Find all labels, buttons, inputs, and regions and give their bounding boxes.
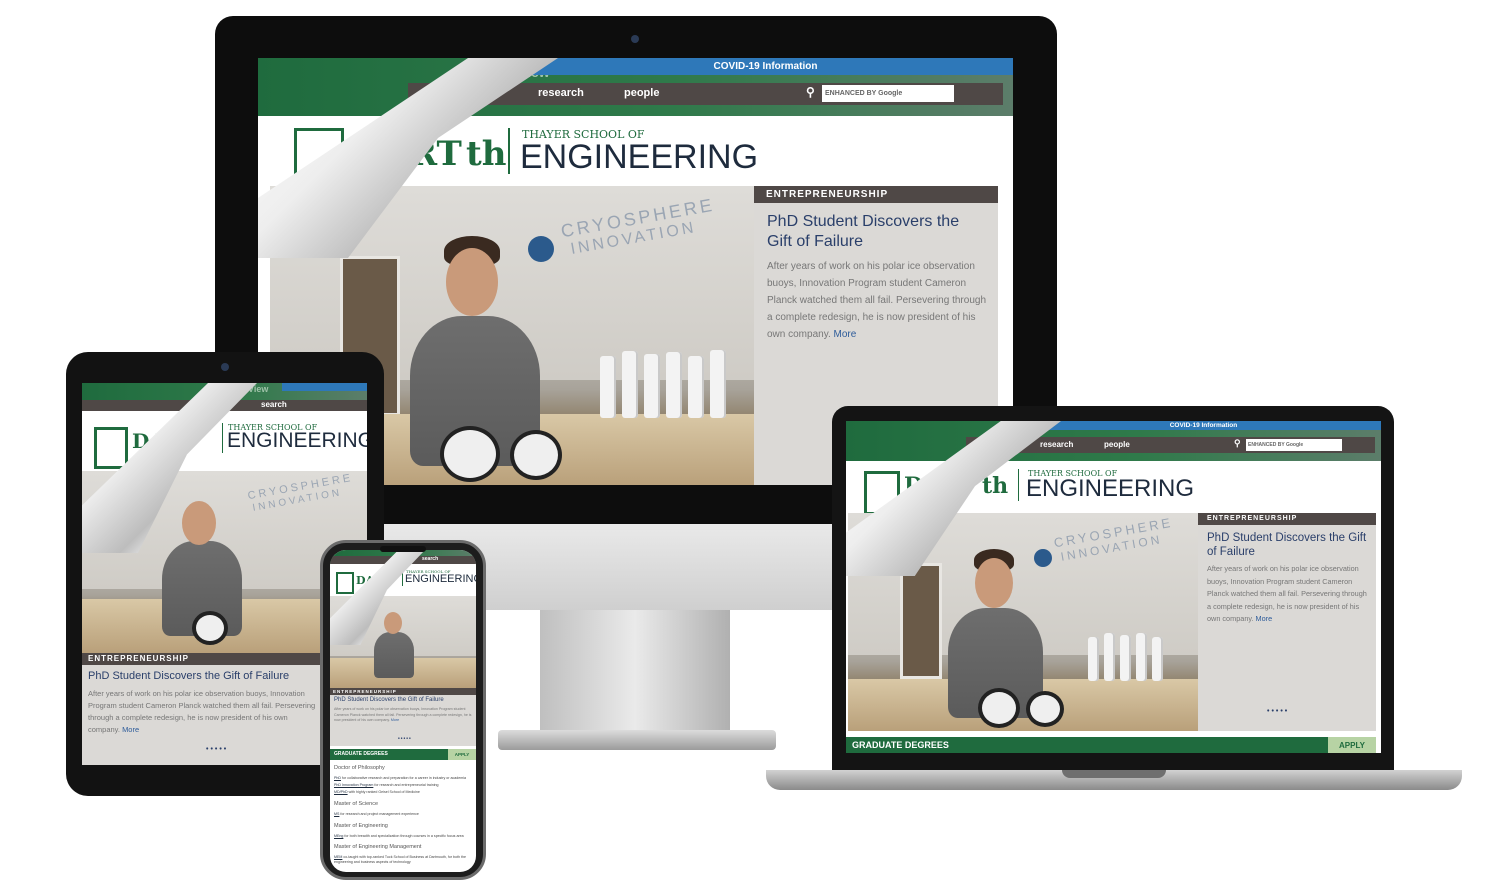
phone-feature-body: After years of work on his polar ice obs… [334, 707, 472, 722]
tablet-crest-icon [94, 427, 128, 469]
phone-person-face [384, 612, 402, 634]
phone-program-phd[interactable]: Doctor of Philosophy [334, 765, 385, 771]
laptop-person-face [975, 558, 1013, 608]
laptop-search-icon[interactable]: ⚲ [1234, 438, 1241, 449]
phone-program-ms-line: MS for research and project management e… [334, 812, 419, 816]
buoy-tube [666, 352, 682, 418]
phone-program-phd-line: PhD for collaborative research and prepa… [334, 776, 467, 780]
tablet-engineering-wordmark: ENGINEERING [227, 429, 367, 452]
buoy-pipe [440, 426, 500, 482]
laptop-carousel-dots[interactable]: ••••• [1267, 708, 1289, 715]
laptop-covid-link[interactable]: COVID-19 Information [1026, 421, 1381, 430]
more-link[interactable]: More [834, 329, 857, 340]
phone-program-phd-innovation-line: PhD Innovation Program for research and … [334, 783, 439, 787]
laptop-nav-research[interactable]: research [1040, 440, 1073, 449]
laptop-more-link[interactable]: More [1256, 614, 1273, 623]
laptop-screen: COVID-19 Information research people ⚲ E… [846, 421, 1381, 753]
laptop-logo-divider [1018, 469, 1019, 501]
phone-crest-icon [336, 572, 354, 594]
phone-program-ms[interactable]: Master of Science [334, 801, 378, 807]
laptop-buoy-tube [1120, 635, 1131, 681]
feature-title[interactable]: PhD Student Discovers the Gift of Failur… [767, 212, 987, 252]
search-input[interactable]: ENHANCED BY Google [822, 85, 954, 102]
phone-carousel-dots[interactable]: ••••• [398, 736, 412, 742]
nav-people[interactable]: people [624, 87, 659, 99]
laptop-feature-title[interactable]: PhD Student Discovers the Gift of Failur… [1207, 531, 1367, 559]
laptop-feature-body: After years of work on his polar ice obs… [1207, 564, 1367, 623]
phone-program-meng-line: MEng for both breadth and specialization… [334, 834, 464, 838]
laptop-buoy-tube [1152, 637, 1163, 681]
phone-program-mdphd-line: MD/PhD with highly ranked Geisel School … [334, 790, 420, 794]
buoy-tube [644, 354, 660, 418]
laptop-nav-people[interactable]: people [1104, 440, 1130, 449]
phone-apply-button[interactable]: APPLY [448, 749, 476, 760]
responsive-mockup: View COVID-19 Information research peopl… [0, 0, 1500, 895]
laptop-cryo-logo-icon [1034, 549, 1052, 567]
tablet-person-face [182, 501, 216, 545]
phone-feature-title[interactable]: PhD Student Discovers the Gift of Failur… [334, 697, 444, 703]
tablet-covid-strip[interactable] [282, 383, 367, 391]
tablet-carousel-dots[interactable]: ••••• [206, 746, 228, 753]
tablet-camera-icon [221, 363, 229, 371]
tablet-logo-row: DART THAYER SCHOOL OF ENGINEERING [82, 411, 367, 471]
logo-divider [508, 128, 510, 174]
phone-engineering-wordmark: ENGINEERING [405, 573, 476, 585]
tablet-buoy-pipe [192, 611, 228, 645]
imac-stand-base [498, 730, 776, 750]
laptop-feature-panel: ENTREPRENEURSHIP PhD Student Discovers t… [1198, 513, 1376, 731]
laptop-background-door [900, 563, 942, 679]
search-icon[interactable]: ⚲ [806, 85, 815, 99]
person-face [446, 248, 498, 316]
buoy-tube [600, 356, 616, 418]
laptop-apply-button[interactable]: APPLY [1328, 737, 1376, 753]
laptop-engineering-wordmark: ENGINEERING [1026, 475, 1195, 502]
nav-research[interactable]: research [538, 87, 584, 99]
laptop-category-label: ENTREPRENEURSHIP [1198, 513, 1376, 525]
imac-camera-icon [631, 35, 639, 43]
laptop-buoy-tube [1136, 633, 1147, 681]
phone-graduate-degrees-heading: GRADUATE DEGREES [330, 749, 448, 760]
tablet-feature-title[interactable]: PhD Student Discovers the Gift of Failur… [88, 670, 289, 682]
category-label: ENTREPRENEURSHIP [754, 186, 998, 203]
phone-program-meng[interactable]: Master of Engineering [334, 823, 388, 829]
phone-speaker-notch [380, 546, 426, 552]
buoy-tube [622, 351, 638, 418]
tablet-more-link[interactable]: More [122, 725, 139, 734]
buoy-tube [688, 356, 704, 418]
phone-person [374, 632, 414, 678]
phone-nav-search[interactable]: search [422, 556, 438, 562]
laptop-buoy-pipe [1026, 691, 1064, 727]
laptop-buoy-pipe [978, 688, 1020, 728]
buoy-tube [710, 350, 726, 418]
tablet-logo-divider [222, 423, 223, 453]
phone-program-mem[interactable]: Master of Engineering Management [334, 844, 421, 850]
phone-program-mem-line: MEM co-taught with top-ranked Tuck Schoo… [334, 855, 467, 864]
imac-stand-neck [540, 608, 730, 738]
cryosphere-logo-icon [528, 236, 554, 262]
buoy-pipe [510, 430, 562, 480]
dartmouth-wordmark-suffix: th [466, 134, 507, 174]
laptop-notch [1062, 770, 1166, 778]
laptop-graduate-degrees-heading: GRADUATE DEGREES [846, 737, 1328, 753]
laptop-buoy-tube [1088, 637, 1099, 681]
laptop-buoy-tube [1104, 633, 1115, 681]
feature-body: After years of work on his polar ice obs… [767, 261, 987, 340]
laptop-search-input[interactable]: ENHANCED BY Google [1246, 439, 1342, 451]
tablet-nav-search[interactable]: search [261, 400, 287, 409]
phone-more-link[interactable]: More [391, 718, 399, 722]
tablet-feature-body: After years of work on his polar ice obs… [88, 689, 316, 734]
phone-logo-divider [402, 572, 403, 586]
engineering-wordmark: ENGINEERING [520, 138, 759, 176]
covid-info-link[interactable]: COVID-19 Information [518, 58, 1013, 75]
phone-screen: search DART THAYER SCHOOL OF ENGINEERING… [330, 550, 476, 872]
phone-category-label: ENTREPRENEURSHIP [330, 688, 476, 695]
phone-feature-panel: ENTREPRENEURSHIP PhD Student Discovers t… [330, 688, 476, 746]
